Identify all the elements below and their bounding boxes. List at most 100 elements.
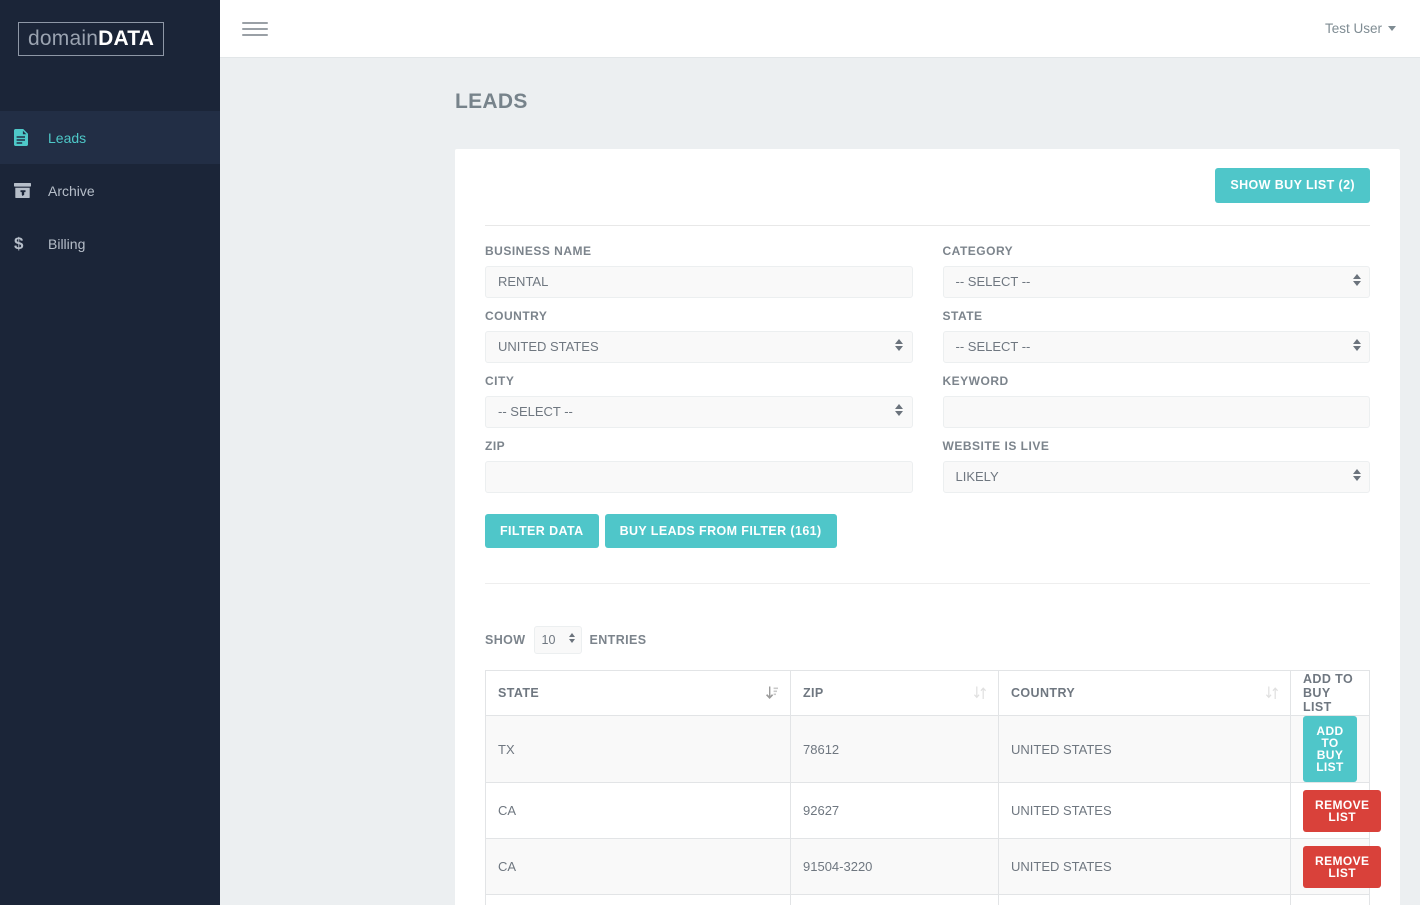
column-header-state[interactable]: STATE xyxy=(485,670,791,716)
field-business-name: BUSINESS NAME xyxy=(485,244,913,298)
cell-country: UNITED STATES xyxy=(998,782,1291,839)
cell-state: TX xyxy=(485,715,791,783)
field-country: COUNTRY UNITED STATES xyxy=(485,309,913,363)
show-buy-list-button[interactable]: SHOW BUY LIST (2) xyxy=(1215,168,1370,203)
cell-action: REMOVE LIST xyxy=(1290,782,1382,839)
cell-action: REMOVE LIST xyxy=(1290,838,1382,895)
cell-country: UNITED STATES xyxy=(998,715,1291,783)
category-label: CATEGORY xyxy=(942,243,1014,258)
app-root: domainDATA Leads Archive $ Billing Test … xyxy=(0,0,1420,905)
category-select-wrap: -- SELECT -- xyxy=(942,265,1370,298)
user-menu[interactable]: Test User xyxy=(1325,21,1396,36)
main-area: Test User LEADS SHOW BUY LIST (2) BUSINE… xyxy=(220,0,1420,905)
country-select[interactable]: UNITED STATES xyxy=(485,330,913,363)
cell-zip: 78612 xyxy=(790,715,999,783)
brand-logo[interactable]: domainDATA xyxy=(0,0,220,105)
column-header-zip[interactable]: ZIP xyxy=(790,670,999,716)
caret-down-icon xyxy=(1388,26,1396,31)
filter-data-button[interactable]: FILTER DATA xyxy=(485,513,599,548)
sidebar-item-billing[interactable]: $ Billing xyxy=(0,217,220,270)
filter-actions: FILTER DATA BUY LEADS FROM FILTER (161) xyxy=(485,513,1370,548)
show-label: SHOW xyxy=(485,633,526,647)
entries-control: SHOW 10 ENTRIES xyxy=(485,626,1370,654)
country-label: COUNTRY xyxy=(485,308,548,323)
remove-list-button[interactable]: REMOVE LIST xyxy=(1303,845,1382,888)
buy-leads-from-filter-button[interactable]: BUY LEADS FROM FILTER (161) xyxy=(604,513,837,548)
sidebar-nav: Leads Archive $ Billing xyxy=(0,111,220,270)
cell-state: CA xyxy=(485,838,791,895)
country-select-wrap: UNITED STATES xyxy=(485,330,913,363)
city-select[interactable]: -- SELECT -- xyxy=(485,395,913,428)
entries-label: ENTRIES xyxy=(589,633,647,647)
business-name-label: BUSINESS NAME xyxy=(485,243,592,258)
field-website-is-live: WEBSITE IS LIVE LIKELY xyxy=(942,438,1370,493)
keyword-input[interactable] xyxy=(942,395,1370,428)
leads-card: SHOW BUY LIST (2) BUSINESS NAME CATEGORY… xyxy=(455,149,1400,905)
divider-bottom xyxy=(485,583,1370,584)
category-select[interactable]: -- SELECT -- xyxy=(942,265,1370,298)
cell-zip: 91504-3220 xyxy=(790,838,999,895)
entries-select[interactable]: 10 xyxy=(533,626,582,654)
field-keyword: KEYWORD xyxy=(942,373,1370,428)
cell-state xyxy=(485,894,791,905)
field-city: CITY -- SELECT -- xyxy=(485,374,913,428)
table-row: TX 78612 UNITED STATES ADD TO BUY LIST xyxy=(485,715,1370,783)
field-category: CATEGORY -- SELECT -- xyxy=(942,243,1370,298)
state-select-wrap: -- SELECT -- xyxy=(942,330,1370,363)
sidebar-item-label: Billing xyxy=(48,235,86,252)
state-select[interactable]: -- SELECT -- xyxy=(942,330,1370,363)
sort-none-icon xyxy=(974,686,986,700)
city-select-wrap: -- SELECT -- xyxy=(485,395,913,428)
field-state: STATE -- SELECT -- xyxy=(942,308,1370,363)
cell-action xyxy=(1290,894,1370,905)
sort-desc-icon xyxy=(766,686,778,700)
leads-table: STATE ZIP COUNTRY ADD TO BUY LIST TX 786… xyxy=(485,670,1382,905)
column-label: COUNTRY xyxy=(1011,686,1076,700)
website-is-live-select-wrap: LIKELY xyxy=(942,460,1370,493)
cell-action: ADD TO BUY LIST xyxy=(1290,715,1370,783)
sidebar-item-label: Leads xyxy=(48,129,87,146)
entries-select-wrap: 10 xyxy=(533,626,582,654)
logo-box: domainDATA xyxy=(18,22,165,56)
topbar: Test User xyxy=(220,0,1420,58)
sidebar: domainDATA Leads Archive $ Billing xyxy=(0,0,220,905)
zip-input[interactable] xyxy=(485,460,913,493)
page-title: LEADS xyxy=(455,90,528,113)
website-is-live-label: WEBSITE IS LIVE xyxy=(942,438,1050,453)
user-menu-label: Test User xyxy=(1324,21,1382,36)
sort-none-icon xyxy=(1266,686,1278,700)
file-icon xyxy=(14,129,46,146)
website-is-live-select[interactable]: LIKELY xyxy=(942,460,1370,493)
column-label: ADD TO BUY LIST xyxy=(1303,672,1354,714)
table-row xyxy=(485,894,1370,905)
column-label: STATE xyxy=(498,686,540,700)
card-toolbar: SHOW BUY LIST (2) xyxy=(485,149,1370,203)
sidebar-item-archive[interactable]: Archive xyxy=(0,164,220,217)
dollar-icon: $ xyxy=(14,234,46,253)
business-name-input[interactable] xyxy=(485,265,913,298)
cell-zip: 92627 xyxy=(790,782,999,839)
logo-text-bold: DATA xyxy=(98,27,155,50)
cell-country xyxy=(998,894,1291,905)
svg-text:$: $ xyxy=(14,234,24,253)
city-label: CITY xyxy=(485,373,515,388)
add-to-buy-list-button[interactable]: ADD TO BUY LIST xyxy=(1303,716,1357,782)
hamburger-icon[interactable] xyxy=(242,14,268,44)
archive-icon xyxy=(14,183,46,198)
table-row: CA 91504-3220 UNITED STATES REMOVE LIST xyxy=(485,838,1382,895)
sidebar-item-leads[interactable]: Leads xyxy=(0,111,220,164)
table-row: CA 92627 UNITED STATES REMOVE LIST xyxy=(485,782,1382,839)
logo-text-light: domain xyxy=(28,27,99,50)
state-label: STATE xyxy=(942,308,983,323)
leads-table-body: TX 78612 UNITED STATES ADD TO BUY LIST C… xyxy=(485,715,1382,905)
cell-state: CA xyxy=(485,782,791,839)
remove-list-button[interactable]: REMOVE LIST xyxy=(1303,789,1382,832)
leads-table-head: STATE ZIP COUNTRY ADD TO BUY LIST xyxy=(485,670,1370,716)
sidebar-item-label: Archive xyxy=(48,182,95,199)
column-header-country[interactable]: COUNTRY xyxy=(998,670,1291,716)
table-header-row: STATE ZIP COUNTRY ADD TO BUY LIST xyxy=(485,670,1370,716)
column-label: ZIP xyxy=(803,686,824,700)
zip-label: ZIP xyxy=(485,438,506,453)
keyword-label: KEYWORD xyxy=(942,373,1009,388)
filter-form: BUSINESS NAME CATEGORY -- SELECT -- COUN… xyxy=(485,226,1370,504)
